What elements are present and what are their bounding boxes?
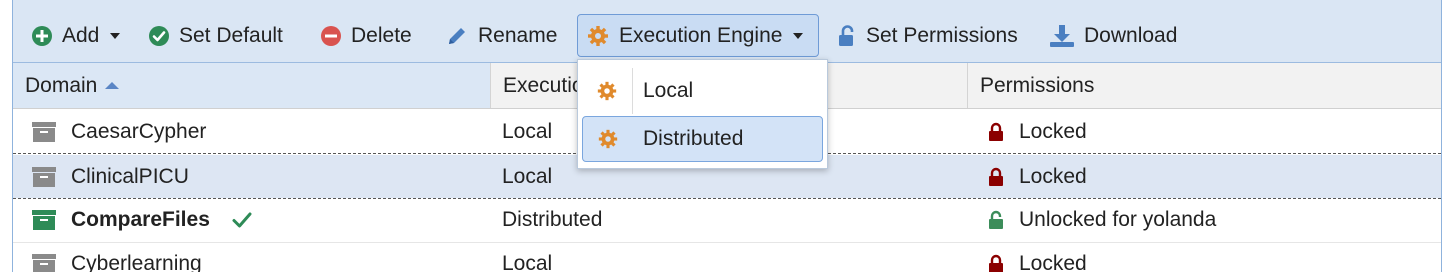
delete-button[interactable]: Delete — [320, 14, 412, 57]
menu-item-label: Local — [643, 79, 694, 102]
rename-button[interactable]: Rename — [445, 14, 557, 57]
permission-value: Locked — [1019, 252, 1087, 272]
gear-icon — [582, 68, 633, 114]
chevron-down-icon — [110, 32, 121, 39]
delete-label: Delete — [351, 23, 412, 47]
archive-box-icon — [31, 243, 57, 272]
domain-name: CaesarCypher — [71, 120, 207, 143]
check-circle-icon — [149, 25, 169, 46]
download-label: Download — [1084, 23, 1178, 47]
column-header-permissions[interactable]: Permissions — [967, 63, 1441, 108]
pencil-icon — [449, 27, 465, 44]
default-check-icon — [231, 199, 253, 241]
domain-name: Cyberlearning — [71, 252, 202, 272]
domain-name: CompareFiles — [71, 208, 210, 231]
set-permissions-button[interactable]: Set Permissions — [837, 14, 1018, 57]
minus-circle-icon — [321, 25, 341, 46]
set-default-button[interactable]: Set Default — [148, 14, 283, 57]
rename-label: Rename — [478, 23, 558, 47]
archive-box-icon — [31, 111, 57, 153]
permission-value: Unlocked for yolanda — [1019, 208, 1217, 231]
set-default-label: Set Default — [179, 23, 283, 47]
gear-icon — [588, 25, 608, 46]
execution-engine-menu: Local Distributed — [577, 59, 828, 169]
lock-icon — [988, 243, 1004, 272]
sort-ascending-icon — [105, 82, 120, 89]
table-row[interactable]: Cyberlearning Local Locked — [13, 242, 1441, 272]
lock-icon — [988, 155, 1004, 198]
download-icon — [1050, 24, 1074, 47]
toolbar: Add Set Default Delete Rename Execution … — [13, 0, 1441, 63]
execution-engine-button[interactable]: Execution Engine — [577, 14, 819, 57]
domain-name: ClinicalPICU — [71, 164, 189, 188]
permission-value: Locked — [1019, 164, 1087, 188]
column-header-domain[interactable]: Domain — [13, 63, 490, 108]
execution-engine-value: Local — [502, 120, 553, 143]
lock-icon — [988, 111, 1004, 153]
execution-engine-label: Execution Engine — [619, 23, 783, 47]
table-row[interactable]: CompareFiles Distributed Unlocked for yo… — [13, 198, 1441, 241]
archive-box-icon — [31, 199, 57, 241]
unlock-icon — [839, 24, 854, 46]
download-button[interactable]: Download — [1049, 14, 1177, 57]
gear-icon — [583, 117, 633, 161]
execution-engine-value: Distributed — [502, 208, 603, 231]
set-permissions-label: Set Permissions — [866, 23, 1018, 47]
plus-circle-icon — [32, 25, 52, 46]
menu-item-local[interactable]: Local — [582, 68, 823, 114]
permission-value: Locked — [1019, 120, 1087, 143]
archive-box-icon — [31, 155, 57, 198]
menu-item-distributed[interactable]: Distributed — [582, 116, 823, 162]
add-button[interactable]: Add — [31, 14, 121, 57]
chevron-down-icon — [793, 32, 804, 39]
menu-item-label: Distributed — [643, 127, 744, 150]
add-label: Add — [62, 23, 100, 47]
execution-engine-value: Local — [502, 164, 553, 188]
execution-engine-value: Local — [502, 252, 553, 272]
unlock-icon — [988, 199, 1004, 241]
